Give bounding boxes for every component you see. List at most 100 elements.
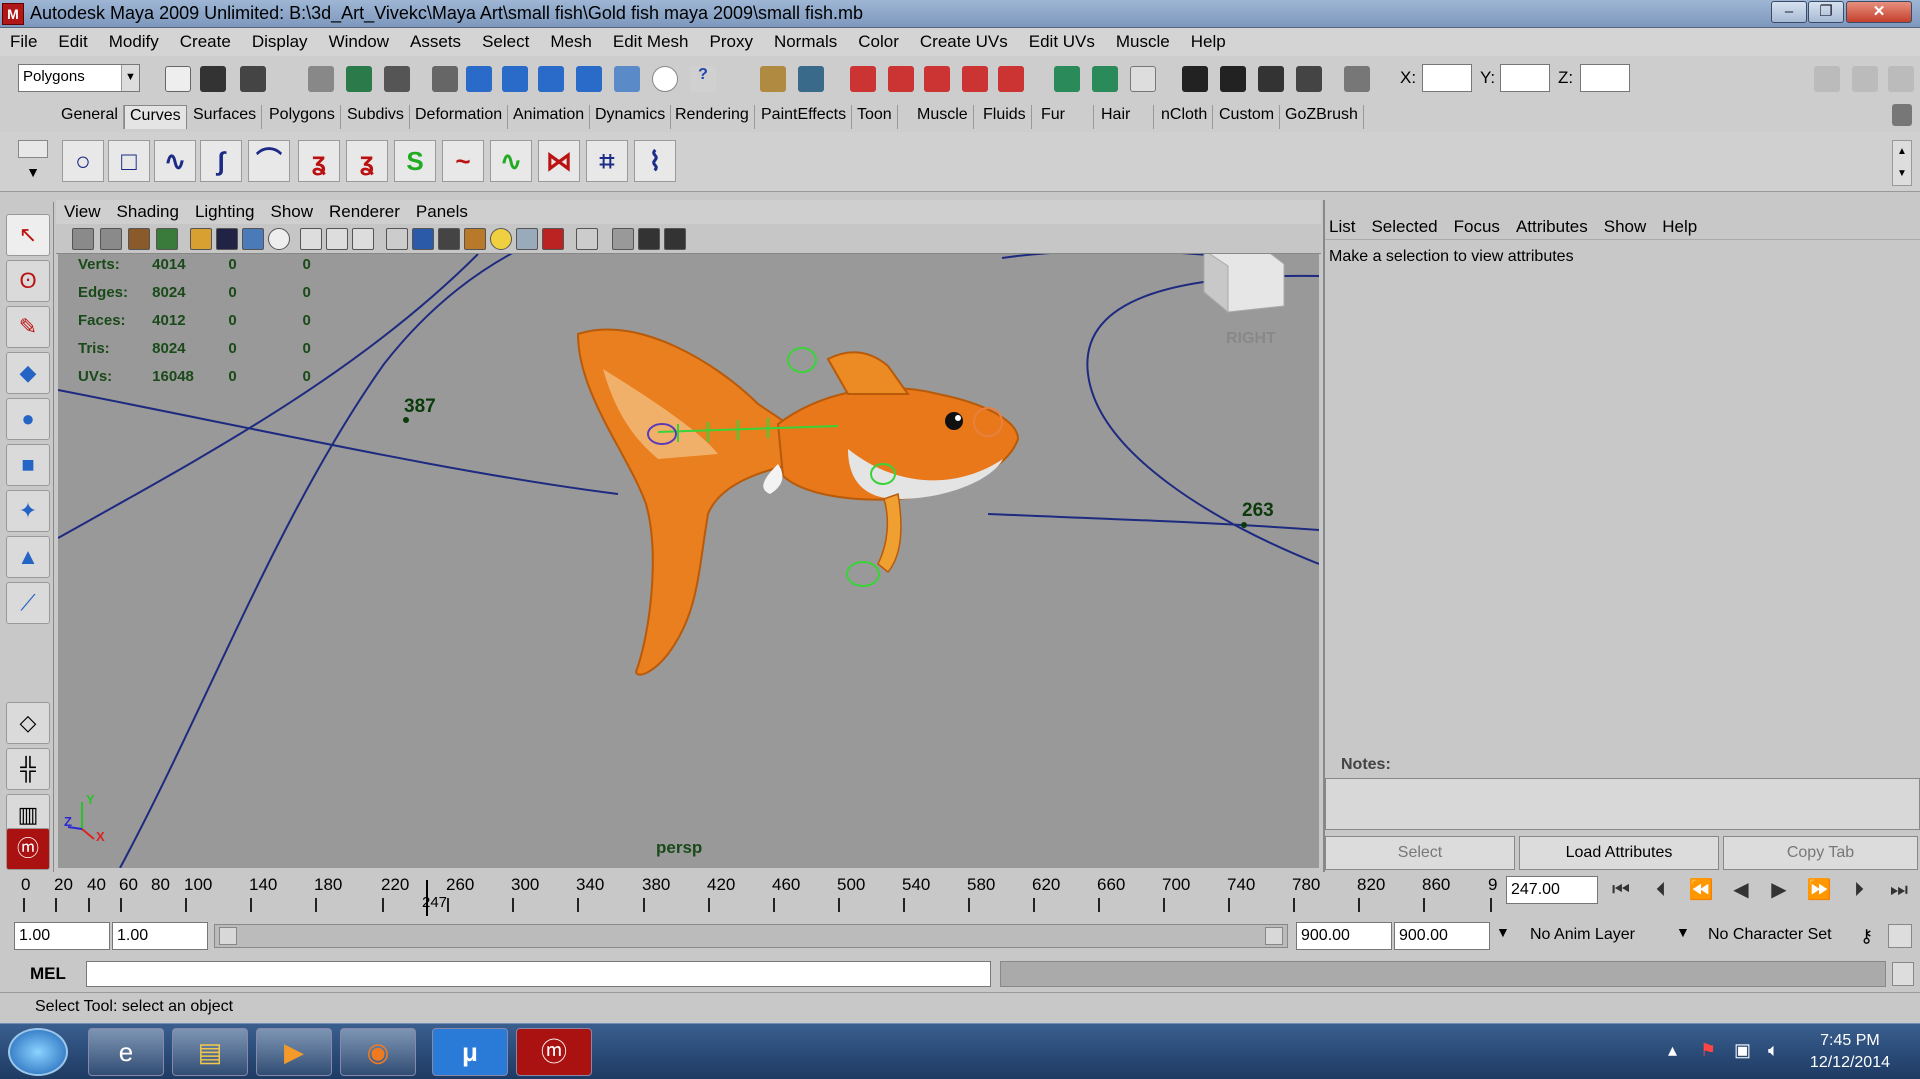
range-start-handle[interactable] [219,927,237,945]
perspective-viewport[interactable]: RIGHT 387 263 Z Y X Verts: 4014 0 0 Edge… [58,254,1319,868]
toggle-attribute-editor-icon[interactable] [1814,66,1840,92]
new-scene-icon[interactable] [165,66,191,92]
z-field[interactable] [1580,64,1630,92]
gate-mask-icon[interactable] [268,228,290,250]
shelf-scrollbar[interactable]: ▲ ▼ [1892,140,1912,186]
xray-icon[interactable] [516,228,538,250]
viewport-menu-show[interactable]: Show [271,202,314,222]
play-backwards-icon[interactable]: ◀ [1724,876,1758,906]
shelf-tab-fur[interactable]: Fur [1036,105,1094,129]
viewport-menu-view[interactable]: View [64,202,101,222]
light-bulb-icon[interactable] [490,228,512,250]
hud-toggle-icon[interactable] [638,228,660,250]
range-slider-bar[interactable] [214,924,1288,948]
open-scene-icon[interactable] [200,66,226,92]
minimize-button[interactable]: – [1771,1,1807,23]
shelf-tab-hair[interactable]: Hair [1096,105,1154,129]
time-slider[interactable]: 0 20 40 60 80 100 140 180 220 260 300 34… [0,872,1920,920]
playback-end-field[interactable]: 900.00 [1296,922,1392,950]
menu-edit[interactable]: Edit [58,32,87,52]
copy-tab-button[interactable]: Copy Tab [1723,836,1918,870]
x-field[interactable] [1422,64,1472,92]
insert-knot-icon[interactable]: S [394,140,436,182]
textured-icon[interactable] [352,228,374,250]
universal-manipulator-icon[interactable]: ✦ [6,490,50,532]
help-icon[interactable]: ? [690,66,716,92]
select-tool-icon[interactable]: ↖ [6,214,50,256]
detach-curves-icon[interactable]: ʓ [346,140,388,182]
shelf-tab-gozbrush[interactable]: GoZBrush [1280,105,1364,129]
ipr-render-icon[interactable] [888,66,914,92]
toggle-tool-settings-icon[interactable] [1852,66,1878,92]
shaded-icon[interactable] [412,228,434,250]
render-current-icon[interactable] [850,66,876,92]
viewport-renderer-icon[interactable] [664,228,686,250]
start-button-icon[interactable] [8,1028,68,1076]
viewport-menu-renderer[interactable]: Renderer [329,202,400,222]
menu-window[interactable]: Window [329,32,389,52]
make-live-icon[interactable] [614,66,640,92]
menu-display[interactable]: Display [252,32,308,52]
goldfish-model[interactable] [576,328,1020,676]
menu-create[interactable]: Create [180,32,231,52]
single-perspective-layout-icon[interactable]: ◇ [6,702,50,744]
action-center-icon[interactable]: ⚑ [1700,1040,1716,1061]
render-sequence-icon[interactable] [1220,66,1246,92]
attr-menu-show[interactable]: Show [1604,217,1647,237]
mel-input[interactable] [86,961,991,987]
menu-normals[interactable]: Normals [774,32,837,52]
ep-curve-tool-icon[interactable]: ∫ [200,140,242,182]
firefox-icon[interactable]: ◉ [340,1028,416,1076]
nurbs-curve[interactable] [58,389,619,495]
menu-modify[interactable]: Modify [109,32,159,52]
anim-layer-arrow-icon[interactable]: ▼ [1496,924,1522,940]
attr-menu-focus[interactable]: Focus [1454,217,1500,237]
shelf-tab-painteffects[interactable]: PaintEffects [756,105,853,129]
select-camera-icon[interactable] [72,228,94,250]
load-attributes-button[interactable]: Load Attributes [1519,836,1719,870]
select-hierarchy-icon[interactable] [308,66,334,92]
media-player-icon[interactable]: ▶ [256,1028,332,1076]
shelf-tab-subdivs[interactable]: Subdivs [342,105,410,129]
paint-select-tool-icon[interactable]: ✎ [6,306,50,348]
menu-assets[interactable]: Assets [410,32,461,52]
film-gate-icon[interactable] [216,228,238,250]
show-attribute-editor-icon[interactable] [1130,66,1156,92]
attr-menu-selected[interactable]: Selected [1371,217,1437,237]
animation-start-field[interactable]: 1.00 [14,922,110,950]
step-back-frame-icon[interactable]: ⏴ [1644,876,1678,906]
menu-help[interactable]: Help [1191,32,1226,52]
attr-menu-attributes[interactable]: Attributes [1516,217,1588,237]
attr-menu-list[interactable]: List [1329,217,1355,237]
shelf-tab-custom[interactable]: Custom [1214,105,1281,129]
render-view-icon[interactable] [998,66,1024,92]
shelf-tab-ncloth[interactable]: nCloth [1156,105,1214,129]
extend-curve-icon[interactable]: ~ [442,140,484,182]
snap-view-plane-icon[interactable] [576,66,602,92]
network-icon[interactable]: ▣ [1734,1040,1751,1061]
anim-layer-dropdown[interactable]: No Anim Layer [1530,926,1635,944]
viewport-menu-panels[interactable]: Panels [416,202,468,222]
close-button[interactable]: ✕ [1846,1,1912,23]
step-forward-key-icon[interactable]: ⏩ [1802,876,1836,906]
bookmarks-icon[interactable] [128,228,150,250]
four-view-layout-icon[interactable]: ╬ [6,748,50,790]
nurbs-curve[interactable] [1086,274,1319,565]
input-mode-icon[interactable] [1344,66,1370,92]
show-channel-box-icon[interactable] [1092,66,1118,92]
render-settings-icon[interactable] [924,66,950,92]
step-forward-frame-icon[interactable]: ⏵ [1842,876,1876,906]
select-button[interactable]: Select [1325,836,1515,870]
select-object-icon[interactable] [346,66,372,92]
construction-history-icon[interactable] [1054,66,1080,92]
maya-taskbar-icon[interactable]: ⓜ [516,1028,592,1076]
soft-modification-icon[interactable]: ▲ [6,536,50,578]
ambient-occlusion-icon[interactable] [612,228,634,250]
input-ops-icon[interactable] [798,66,824,92]
move-tool-icon[interactable]: ◆ [6,352,50,394]
save-scene-icon[interactable] [240,66,266,92]
resolution-gate-icon[interactable] [242,228,264,250]
menu-edit-uvs[interactable]: Edit UVs [1029,32,1095,52]
menu-mesh[interactable]: Mesh [550,32,592,52]
shelf-tab-general[interactable]: General [56,105,124,129]
